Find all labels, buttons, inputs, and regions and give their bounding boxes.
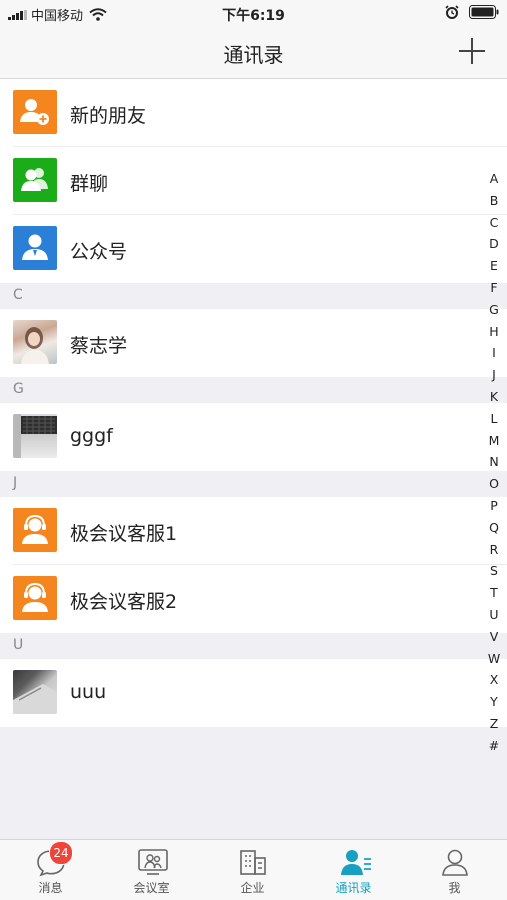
index-letter[interactable]: Q [489, 517, 499, 539]
group-chat-icon [13, 158, 57, 202]
item-label: 新的朋友 [70, 105, 147, 127]
index-letter[interactable]: M [489, 430, 500, 452]
section-letter: C [13, 287, 23, 303]
section-header-g: G [0, 377, 507, 403]
contact-name: uuu [70, 681, 107, 703]
contact-name: 蔡志学 [70, 335, 128, 357]
tab-messages[interactable]: 24 消息 [0, 840, 101, 900]
new-friend-icon [13, 90, 57, 134]
official-accounts-item[interactable]: 公众号 [0, 215, 507, 283]
index-letter[interactable]: B [490, 190, 499, 212]
index-letter[interactable]: A [490, 168, 499, 190]
index-letter[interactable]: O [489, 473, 499, 495]
index-letter[interactable]: F [490, 277, 497, 299]
contact-row[interactable]: 极会议客服2 [0, 565, 507, 633]
tab-me[interactable]: 我 [404, 840, 505, 900]
status-bar: 中国移动 下午6:19 [0, 0, 507, 28]
status-time: 下午6:19 [222, 8, 285, 24]
index-letter[interactable]: J [492, 364, 496, 386]
battery-icon [469, 5, 499, 19]
item-label: 群聊 [70, 173, 109, 195]
index-letter[interactable]: N [489, 451, 498, 473]
tab-label: 我 [448, 881, 461, 895]
customer-service-icon [13, 508, 57, 552]
contact-row[interactable]: 极会议客服1 [0, 497, 507, 565]
section-letter: G [13, 381, 24, 397]
section-letter: J [13, 475, 18, 491]
tab-bar: 24 消息 会议室 企业 通讯录 我 [0, 839, 507, 900]
alphabet-index[interactable]: A B C D E F G H I J K L M N O P Q R S T U V W X Y Z # [487, 168, 501, 757]
nav-bar: 通讯录 [0, 28, 507, 79]
tab-label: 会议室 [133, 881, 170, 895]
index-letter[interactable]: X [490, 669, 499, 691]
add-icon[interactable] [459, 38, 485, 64]
alarm-icon [445, 5, 459, 19]
index-letter[interactable]: T [490, 582, 498, 604]
index-letter[interactable]: U [489, 604, 498, 626]
contact-photo-avatar [13, 320, 57, 364]
contact-name: 极会议客服1 [70, 523, 178, 545]
index-letter[interactable]: Z [490, 713, 499, 735]
unread-badge: 24 [49, 841, 73, 865]
index-letter[interactable]: D [489, 233, 499, 255]
building-icon [240, 850, 266, 875]
official-account-icon [13, 226, 57, 270]
index-letter[interactable]: W [488, 648, 500, 670]
section-header-j: J [0, 471, 507, 497]
tab-enterprise[interactable]: 企业 [202, 840, 303, 900]
group-chats-item[interactable]: 群聊 [0, 147, 507, 215]
new-friends-item[interactable]: 新的朋友 [0, 79, 507, 147]
contacts-icon [341, 850, 371, 875]
customer-service-icon [13, 576, 57, 620]
contact-name: 极会议客服2 [70, 591, 178, 613]
tab-contacts[interactable]: 通讯录 [303, 840, 404, 900]
contact-row[interactable]: gggf [0, 403, 507, 471]
section-letter: U [13, 637, 24, 653]
index-letter[interactable]: I [492, 342, 496, 364]
tab-label: 通讯录 [335, 881, 372, 895]
tab-label: 消息 [38, 881, 63, 895]
tab-label: 企业 [240, 881, 265, 895]
section-header-c: C [0, 283, 507, 309]
index-letter[interactable]: V [490, 626, 499, 648]
contact-list: 新的朋友 群聊 公众号 C 蔡志学 G gggf J 极会议客服1 极会议客服2… [0, 79, 507, 727]
section-header-u: U [0, 633, 507, 659]
meeting-room-icon [138, 849, 168, 875]
page-title: 通讯录 [223, 43, 284, 67]
index-letter[interactable]: L [491, 408, 498, 430]
index-letter[interactable]: G [489, 299, 499, 321]
index-letter[interactable]: K [490, 386, 498, 408]
contact-row[interactable]: 蔡志学 [0, 309, 507, 377]
tab-meeting-room[interactable]: 会议室 [101, 840, 202, 900]
index-letter[interactable]: # [489, 735, 499, 757]
index-letter[interactable]: E [490, 255, 498, 277]
contact-photo-avatar [13, 414, 57, 458]
item-label: 公众号 [70, 241, 128, 263]
index-letter[interactable]: Y [490, 691, 498, 713]
status-right [445, 5, 499, 19]
index-letter[interactable]: C [490, 212, 499, 234]
contact-photo-avatar [13, 670, 57, 714]
contact-name: gggf [70, 425, 113, 447]
index-letter[interactable]: S [490, 560, 498, 582]
index-letter[interactable]: R [490, 539, 499, 561]
index-letter[interactable]: P [490, 495, 498, 517]
contact-row[interactable]: uuu [0, 659, 507, 727]
person-icon [442, 849, 468, 876]
index-letter[interactable]: H [489, 321, 498, 343]
